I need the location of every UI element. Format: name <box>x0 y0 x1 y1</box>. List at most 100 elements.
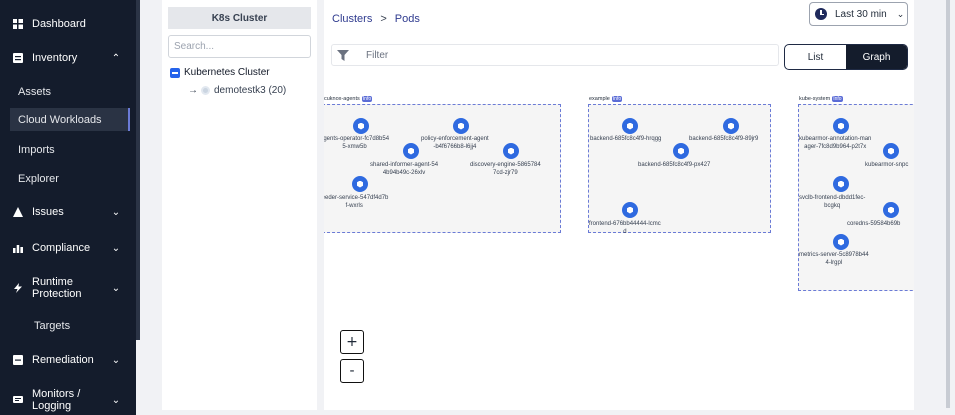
tree-root-label: Kubernetes Cluster <box>184 67 270 78</box>
cluster-icon <box>201 86 210 95</box>
chevron-down-icon: ⌄ <box>111 206 121 218</box>
inventory-icon <box>13 53 23 63</box>
breadcrumb-separator: > <box>380 13 387 25</box>
tree-root-node[interactable]: Kubernetes Cluster <box>170 67 270 78</box>
namespace-name: example <box>589 96 610 102</box>
chevron-down-icon: ⌄ <box>111 394 121 406</box>
pod-label: discovery-engine-5865784 7cd-zjr79 <box>470 162 541 176</box>
pod-label: kubearmor-snpc <box>865 162 909 168</box>
pod-label: backend-685fc8c4f9-px427 <box>638 162 711 168</box>
chevron-down-icon: ⌄ <box>111 242 121 254</box>
sidebar-item-label: Remediation <box>32 354 94 366</box>
sidebar-item-label: Inventory <box>32 52 78 64</box>
info-badge[interactable]: Info <box>832 96 843 102</box>
pod-label: svclb-frontend-dbdd1fec-bcgkq <box>799 195 866 209</box>
pod-label: feeder-service-547df4d7b f-wxrls <box>324 195 389 209</box>
pod-label: agents-operator-fc7d8b54 5-xmw5b <box>324 136 390 150</box>
tree-cluster-label: demotestk3 (20) <box>214 85 287 96</box>
breadcrumb-clusters[interactable]: Clusters <box>332 13 372 25</box>
namespace-label: cuknox-agents Info <box>324 96 373 102</box>
pod-node[interactable] <box>833 234 849 250</box>
tree-search-input[interactable] <box>168 35 311 58</box>
namespace-label: kube-system Info <box>799 96 843 102</box>
info-badge[interactable]: Info <box>611 96 623 102</box>
breadcrumb: Clusters > Pods <box>332 13 420 25</box>
breadcrumb-pods: Pods <box>394 13 420 25</box>
pod-label: coredns-59584b69b <box>847 221 901 227</box>
sidebar-item-inventory[interactable]: Inventory ⌃ <box>0 48 136 68</box>
monitor-icon <box>13 395 23 405</box>
filter-bar[interactable]: Filter <box>331 44 779 66</box>
sidebar-item-label: Dashboard <box>32 18 86 30</box>
pod-label: kubearmor-annotation-man ager-7fc8d9b964-… <box>799 136 872 150</box>
sidebar-item-label: Runtime Protection <box>32 276 82 300</box>
cluster-tree-panel: K8s Cluster Kubernetes Cluster → demotes… <box>162 0 317 410</box>
pod-node[interactable] <box>353 118 369 134</box>
pod-label: metrics-server-5c8978b44 4-lrgpl <box>799 252 869 266</box>
zoom-in-button[interactable]: + <box>340 330 364 354</box>
tree-root-checkbox[interactable] <box>170 67 180 78</box>
chevron-up-icon: ⌃ <box>111 52 121 64</box>
pod-graph[interactable]: cuknox-agents Info agents-operator-fc7d8… <box>324 92 914 302</box>
sidebar-item-compliance[interactable]: Compliance ⌄ <box>0 238 136 258</box>
sidebar-item-issues[interactable]: Issues ⌄ <box>0 202 136 222</box>
chevron-down-icon: ⌄ <box>111 282 121 294</box>
sidebar-subitem-imports[interactable]: Imports <box>10 138 130 161</box>
sidebar-item-monitors-logging[interactable]: Monitors / Logging ⌄ <box>0 386 136 414</box>
time-range-select[interactable]: Last 30 min ⌄ <box>809 2 908 26</box>
sidebar-subitem-cloud-workloads[interactable]: Cloud Workloads <box>10 108 130 131</box>
tree-cluster-node[interactable]: → demotestk3 (20) <box>188 85 286 96</box>
pod-node[interactable] <box>352 176 368 192</box>
pod-node[interactable] <box>503 143 519 159</box>
sidebar-item-label: Issues <box>32 206 64 218</box>
remediation-icon <box>13 355 23 365</box>
pod-label: policy-enforcement-agent -b4f6766b8-l6jj4 <box>421 136 489 150</box>
pod-node[interactable] <box>723 118 739 134</box>
filter-placeholder: Filter <box>366 49 389 61</box>
pod-node[interactable] <box>883 202 899 218</box>
chevron-down-icon: ⌄ <box>896 8 905 19</box>
info-badge[interactable]: Info <box>361 96 373 102</box>
time-range-value: Last 30 min <box>835 8 887 20</box>
sidebar-item-label: Monitors / Logging <box>32 388 81 412</box>
pod-label: shared-informer-agent-54 4b94b49c-26xlv <box>370 162 439 176</box>
namespace-name: cuknox-agents <box>324 96 360 102</box>
pod-node[interactable] <box>453 118 469 134</box>
sidebar-item-label: Compliance <box>32 242 91 254</box>
lightning-icon <box>13 283 23 293</box>
chevron-down-icon: ⌄ <box>111 354 121 366</box>
warning-icon <box>13 207 23 217</box>
pod-label: frontend-676bb44444-lcmc d <box>589 221 661 235</box>
sidebar-subitem-assets[interactable]: Assets <box>10 80 130 103</box>
pod-node[interactable] <box>673 143 689 159</box>
dashboard-icon <box>13 19 23 29</box>
pod-label: backend-685fc8c4f9-hrqgg <box>590 136 662 142</box>
pod-label: backend-685fc8c4f9-89jr9 <box>689 136 759 142</box>
sidebar-subitem-targets[interactable]: Targets <box>26 314 126 337</box>
sidebar-scrollbar[interactable] <box>136 0 140 340</box>
pod-node[interactable] <box>883 143 899 159</box>
page-scrollbar[interactable] <box>946 0 950 408</box>
namespace-label: example Info <box>589 96 623 102</box>
sidebar-subitem-explorer[interactable]: Explorer <box>10 167 130 190</box>
sidebar-item-runtime-protection[interactable]: Runtime Protection ⌄ <box>0 274 136 302</box>
clock-icon <box>815 8 827 20</box>
view-toggle: List Graph <box>784 44 908 70</box>
bar-chart-icon <box>13 243 23 253</box>
sidebar: Dashboard Inventory ⌃ Assets Cloud Workl… <box>0 0 136 415</box>
graph-view-button[interactable]: Graph <box>846 45 907 69</box>
namespace-name: kube-system <box>799 96 831 102</box>
sidebar-item-remediation[interactable]: Remediation ⌄ <box>0 350 136 370</box>
main-panel: Clusters > Pods Last 30 min ⌄ Filter Lis… <box>324 0 914 410</box>
sidebar-item-dashboard[interactable]: Dashboard <box>0 14 136 34</box>
tree-header: K8s Cluster <box>168 7 311 29</box>
pod-node[interactable] <box>622 202 638 218</box>
zoom-out-button[interactable]: - <box>340 359 364 383</box>
pod-node[interactable] <box>833 176 849 192</box>
pod-node[interactable] <box>622 118 638 134</box>
arrow-right-icon: → <box>188 85 198 96</box>
pod-node[interactable] <box>403 143 419 159</box>
list-view-button[interactable]: List <box>785 45 846 69</box>
pod-node[interactable] <box>833 118 849 134</box>
filter-icon <box>337 49 353 61</box>
